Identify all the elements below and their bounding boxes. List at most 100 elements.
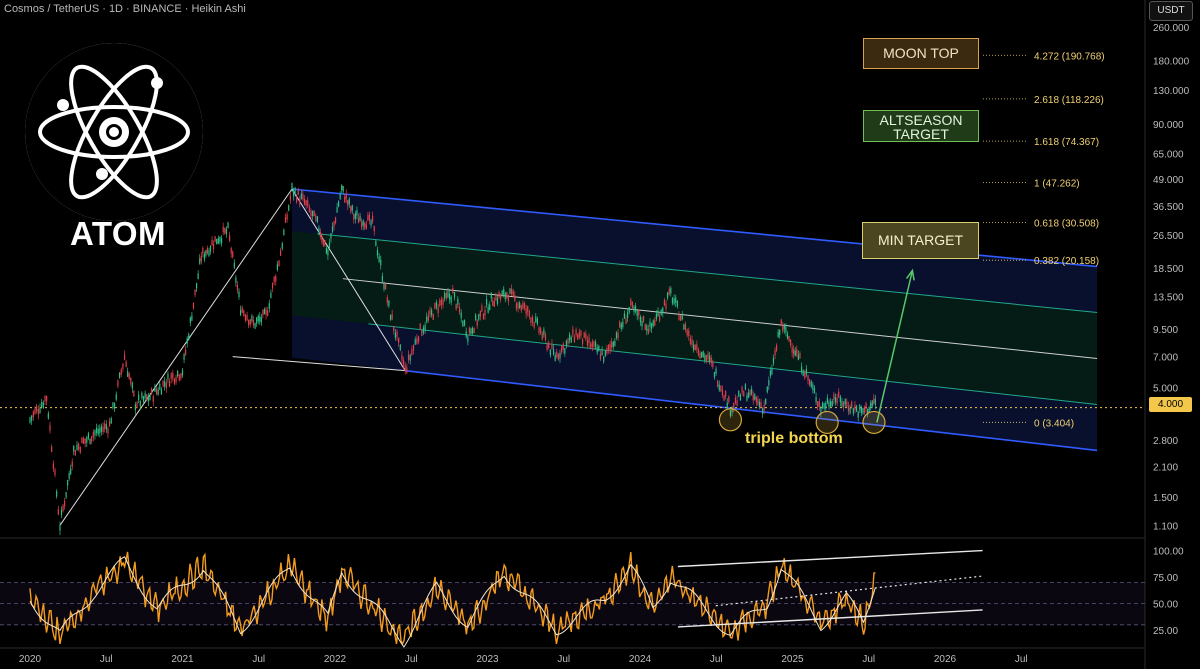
price-candle-body <box>527 306 529 312</box>
price-candle-body <box>419 323 421 330</box>
price-candle-body <box>743 391 745 397</box>
price-candle-body <box>639 316 642 323</box>
price-candle-body <box>378 256 380 262</box>
currency-badge[interactable]: USDT <box>1149 1 1193 21</box>
price-candle-body <box>783 323 785 330</box>
price-candle-body <box>684 324 687 330</box>
price-candle-body <box>611 341 613 348</box>
price-candle-body <box>431 309 433 316</box>
price-candle-body <box>267 310 269 316</box>
price-candle-body <box>138 394 140 401</box>
price-candle-body <box>286 214 288 220</box>
price-candle-body <box>612 341 614 347</box>
price-candle-body <box>699 352 701 359</box>
price-candle-body <box>239 309 242 316</box>
price-candle-body <box>94 429 96 436</box>
price-candle-body <box>351 205 353 211</box>
price-candle-body <box>614 340 616 347</box>
price-candle-body <box>162 380 164 387</box>
price-axis-label: 1.500 <box>1153 493 1178 504</box>
price-candle-body <box>347 200 349 206</box>
price-candle-body <box>263 308 266 315</box>
price-candle-body <box>681 313 683 320</box>
price-candle-body <box>465 331 467 337</box>
price-candle-body <box>134 404 137 411</box>
price-candle-body <box>484 309 486 316</box>
price-candle-body <box>230 248 232 254</box>
price-candle-body <box>412 345 415 351</box>
price-candle-body <box>651 323 653 329</box>
price-candle-body <box>359 215 361 222</box>
price-candle-body <box>569 334 571 340</box>
price-candle-body <box>333 221 335 227</box>
price-candle-body <box>262 309 264 316</box>
price-candle-body <box>557 354 559 360</box>
price-candle-body <box>476 320 478 326</box>
price-candle-body <box>399 344 401 351</box>
price-candle-body <box>133 390 135 397</box>
price-candle-body <box>512 290 514 297</box>
rsi-axis-label: 25.00 <box>1153 626 1178 637</box>
price-candle-body <box>344 196 346 203</box>
price-candle-body <box>81 437 83 444</box>
price-candle-body <box>57 509 59 515</box>
price-candle-body <box>515 303 518 309</box>
time-axis-label: 2025 <box>781 654 804 665</box>
price-candle-body <box>342 186 344 192</box>
price-candle-body <box>794 350 796 357</box>
price-candle-body <box>549 349 551 356</box>
price-candle-body <box>509 288 511 294</box>
price-candle-body <box>78 443 80 450</box>
price-candle-body <box>680 315 682 321</box>
price-candle-body <box>725 391 727 397</box>
price-candle-body <box>411 349 413 355</box>
price-candle-body <box>536 318 539 325</box>
price-candle-body <box>47 413 49 419</box>
price-candle-body <box>325 247 328 254</box>
price-candle-body <box>688 330 690 337</box>
price-candle-body <box>203 253 205 260</box>
price-candle-body <box>622 321 624 328</box>
time-axis-label: Jul <box>862 654 875 665</box>
price-candle-body <box>322 240 325 246</box>
price-candle-body <box>478 314 480 320</box>
price-candle-body <box>460 312 462 318</box>
price-candle-body <box>575 329 577 335</box>
price-candle-body <box>623 313 626 319</box>
price-candle-body <box>517 302 519 309</box>
time-axis-label: 2021 <box>171 654 194 665</box>
price-candle-body <box>321 236 323 242</box>
price-candle-body <box>209 246 212 252</box>
price-axis-label: 2.100 <box>1153 462 1178 473</box>
price-candle-body <box>739 394 742 401</box>
price-candle-body <box>341 184 343 191</box>
price-candle-body <box>439 300 441 306</box>
price-candle-body <box>713 371 716 378</box>
price-axis-label: 180.000 <box>1153 57 1190 68</box>
price-candle-body <box>450 296 452 303</box>
price-candle-body <box>398 337 400 344</box>
price-candle-body <box>181 370 184 376</box>
price-candle-body <box>202 248 204 254</box>
price-candle-body <box>643 315 645 322</box>
price-candle-body <box>870 402 872 409</box>
price-candle-body <box>165 382 167 389</box>
price-candle-body <box>331 226 334 232</box>
price-candle-body <box>102 426 104 433</box>
price-candle-body <box>427 315 429 321</box>
price-candle-body <box>552 349 555 355</box>
price-candle-body <box>641 320 643 327</box>
price-candle-body <box>92 431 94 438</box>
price-candle-body <box>590 343 592 350</box>
price-candle-body <box>196 282 198 289</box>
price-candle-body <box>381 275 383 282</box>
price-candle-body <box>782 326 784 332</box>
price-candle-body <box>385 283 387 290</box>
price-candle-body <box>42 402 44 408</box>
price-candle-body <box>588 337 590 344</box>
price-candle-body <box>348 198 350 205</box>
price-candle-body <box>225 228 228 235</box>
price-candle-body <box>191 315 193 321</box>
price-candle-body <box>765 398 767 405</box>
price-candle-body <box>404 365 406 371</box>
